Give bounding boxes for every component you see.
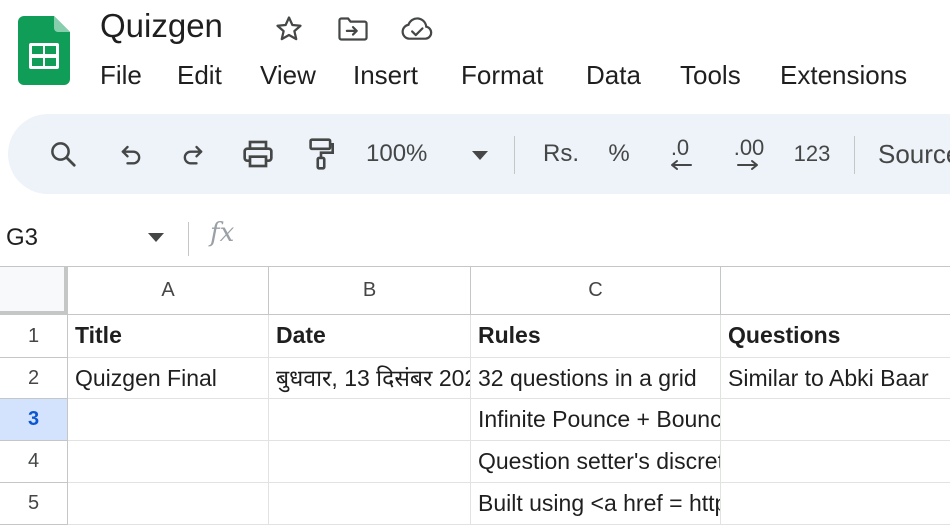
cell-b5[interactable] [269,483,471,525]
number-format-button[interactable]: 123 [788,114,836,194]
document-title[interactable]: Quizgen [100,5,223,47]
menu-insert[interactable]: Insert [353,58,461,92]
cell-d4[interactable] [721,441,950,483]
formula-bar-divider [188,222,189,256]
menu-tools[interactable]: Tools [680,58,780,92]
menu-file[interactable]: File [100,58,177,92]
cell-d5[interactable] [721,483,950,525]
menu-extensions[interactable]: Extensions [780,58,930,92]
formula-input[interactable] [260,216,950,260]
arrow-right-icon [737,160,758,170]
arrow-left-icon [671,160,692,170]
cell-b4[interactable] [269,441,471,483]
print-icon[interactable] [236,114,280,194]
search-icon[interactable] [42,114,84,194]
cell-a1[interactable]: Title [68,315,269,358]
increase-decimal-button[interactable]: .00 [722,114,776,194]
cell-a3[interactable] [68,399,269,441]
menu-view[interactable]: View [260,58,353,92]
cell-b3[interactable] [269,399,471,441]
cloud-saved-icon[interactable] [400,12,434,46]
cell-d1[interactable]: Questions [721,315,950,358]
undo-icon[interactable] [110,114,152,194]
decrease-decimal-button[interactable]: .0 [656,114,704,194]
percent-label: % [608,140,630,167]
redo-icon[interactable] [172,114,214,194]
menu-data[interactable]: Data [586,58,680,92]
row-header-1[interactable]: 1 [0,315,68,358]
column-header-b[interactable]: B [269,267,471,315]
cell-c3[interactable]: Infinite Pounce + Bounce [471,399,721,441]
zoom-select[interactable]: 100% [366,114,500,194]
cell-d2[interactable]: Similar to Abki Baar [721,358,950,399]
cell-c1[interactable]: Rules [471,315,721,358]
name-box[interactable]: G3 [0,216,178,260]
toolbar: 100% Rs. % .0 .00 123 Source [8,114,950,194]
select-all-corner[interactable] [0,267,68,315]
cell-a4[interactable] [68,441,269,483]
column-header-c[interactable]: C [471,267,721,315]
increase-decimal-label: .00 [733,135,765,160]
chevron-down-icon [148,233,164,242]
star-icon[interactable] [272,12,306,46]
chevron-down-icon [472,151,488,160]
function-icon: fx [210,218,235,248]
cell-c5[interactable]: Built using <a href = https [471,483,721,525]
column-header-a[interactable]: A [68,267,269,315]
percent-format-button[interactable]: % [600,114,638,194]
cell-b1[interactable]: Date [269,315,471,358]
currency-format-button[interactable]: Rs. [532,114,590,194]
menu-bar: File Edit View Insert Format Data Tools … [100,58,930,92]
spreadsheet-grid: A B C 1 2 3 4 5 Title Date Rules Questio… [0,266,950,528]
row-header-5[interactable]: 5 [0,483,68,525]
move-folder-icon[interactable] [336,12,370,46]
cell-a2[interactable]: Quizgen Final [68,358,269,399]
menu-format[interactable]: Format [461,58,586,92]
decrease-decimal-label: .0 [670,135,690,160]
currency-label: Rs. [543,140,579,167]
row-header-2[interactable]: 2 [0,358,68,399]
toolbar-divider [514,136,515,174]
toolbar-divider [854,136,855,174]
menu-edit[interactable]: Edit [177,58,260,92]
font-select[interactable]: Source [878,114,950,194]
cell-c4[interactable]: Question setter's discretion [471,441,721,483]
font-name: Source [878,138,950,169]
cell-c2[interactable]: 32 questions in a grid [471,358,721,399]
row-header-3[interactable]: 3 [0,399,68,441]
paint-format-icon[interactable] [300,114,342,194]
row-header-4[interactable]: 4 [0,441,68,483]
cell-d3[interactable] [721,399,950,441]
cell-b2[interactable]: बुधवार, 13 दिसंबर 2023 [269,358,471,399]
zoom-value: 100% [366,140,428,167]
number-format-label: 123 [793,141,831,166]
cell-reference: G3 [6,224,39,251]
sheets-logo-icon[interactable] [18,16,70,85]
column-header-d[interactable] [721,267,950,315]
cell-a5[interactable] [68,483,269,525]
